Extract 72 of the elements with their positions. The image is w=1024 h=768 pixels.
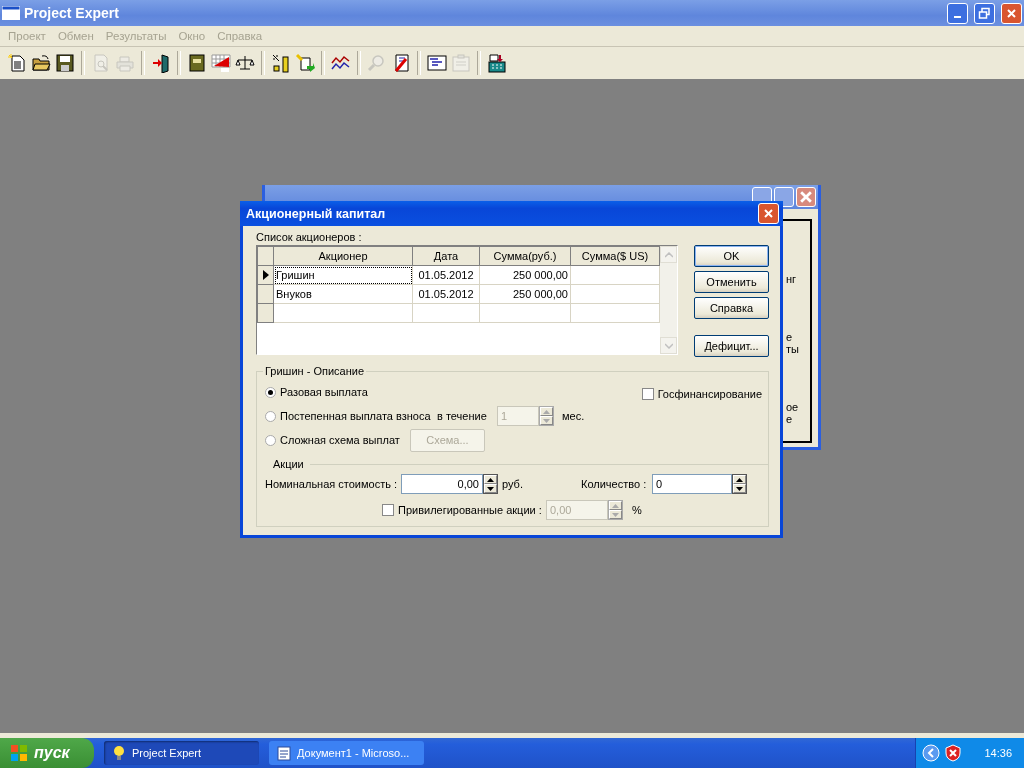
document-arrow-icon[interactable] xyxy=(294,52,316,74)
window-list-icon[interactable] xyxy=(426,52,448,74)
book-icon[interactable] xyxy=(186,52,208,74)
unit-label: руб. xyxy=(502,478,524,490)
window-title: Project Expert xyxy=(24,5,120,21)
floppy-disk-icon[interactable] xyxy=(54,52,76,74)
cancel-button[interactable]: Отменить xyxy=(694,271,769,293)
table-cell: 250 000,00 xyxy=(479,265,571,285)
close-button[interactable] xyxy=(758,203,779,224)
light-bulb-icon xyxy=(112,745,126,761)
folder-icon[interactable] xyxy=(30,52,52,74)
unit-label: % xyxy=(632,504,642,516)
dialog-title: Акционерный капитал xyxy=(245,206,387,221)
close-button[interactable] xyxy=(796,187,816,207)
text-fragment: е xyxy=(786,331,793,343)
radio-option[interactable]: Постепенная выплата взноса xyxy=(265,410,437,422)
app-icon xyxy=(2,6,20,20)
ok-button[interactable]: OK xyxy=(694,245,769,267)
table-cell xyxy=(412,303,480,323)
deficit-button[interactable]: Дефицит... xyxy=(694,335,769,357)
table-cell: 01.05.2012 xyxy=(412,265,480,285)
list-label: Список акционеров : xyxy=(256,231,363,243)
text-fragment: е xyxy=(786,413,793,425)
calculator-icon[interactable] xyxy=(486,52,508,74)
restore-button[interactable] xyxy=(974,2,995,24)
column-header[interactable]: Акционер xyxy=(273,246,413,266)
close-button[interactable] xyxy=(1001,2,1022,24)
scroll-up-icon xyxy=(664,251,673,258)
taskbar-button[interactable]: Документ1 - Microso... xyxy=(269,741,424,765)
field-label: Номинальная стоимость : xyxy=(265,478,399,490)
radio-option[interactable]: Сложная схема выплат xyxy=(265,434,410,446)
input-field[interactable]: 0,00 xyxy=(401,474,483,494)
table-cell: 250 000,00 xyxy=(479,284,571,304)
start-button[interactable]: пуск xyxy=(0,738,94,768)
clock: 14:36 xyxy=(984,747,1012,759)
windows-logo-icon xyxy=(10,744,28,762)
radio-option[interactable]: Разовая выплата xyxy=(265,386,368,398)
percent-ruler-icon[interactable] xyxy=(270,52,292,74)
table-cell: Внуков xyxy=(273,284,413,304)
text-fragment: ое xyxy=(786,401,799,413)
table-cell: Гришин xyxy=(273,265,413,285)
section-title: Акции xyxy=(273,458,304,470)
chevron-icon xyxy=(922,744,941,762)
spin-buttons[interactable] xyxy=(732,474,747,494)
document-icon xyxy=(277,745,291,761)
column-header[interactable]: Дата xyxy=(412,246,480,266)
document-icon[interactable] xyxy=(6,52,28,74)
column-header[interactable]: Сумма($ US) xyxy=(570,246,660,266)
scrollbar[interactable] xyxy=(660,246,677,354)
grid-chart-icon[interactable] xyxy=(210,52,232,74)
table-cell: 01.05.2012 xyxy=(412,284,480,304)
checkbox[interactable]: Госфинансирование xyxy=(641,388,762,400)
close-icon xyxy=(762,207,775,220)
column-header[interactable]: Сумма(руб.) xyxy=(479,246,571,266)
unit-label: мес. xyxy=(562,410,585,422)
shield-icon xyxy=(944,744,963,762)
taskbar-button[interactable]: Project Expert xyxy=(104,741,259,765)
minimize-button[interactable] xyxy=(947,2,968,24)
minimize-icon xyxy=(954,16,961,18)
text-fragment: ты xyxy=(786,343,799,355)
current-row-icon xyxy=(260,270,271,280)
field-label: Количество : xyxy=(581,478,648,490)
door-arrow-icon[interactable] xyxy=(150,52,172,74)
field-label: в течение xyxy=(437,410,488,422)
restore-icon xyxy=(978,6,991,20)
close-icon xyxy=(1005,6,1018,20)
input-field[interactable]: 0 xyxy=(652,474,732,494)
text-fragment: нг xyxy=(786,273,797,285)
scroll-down-icon xyxy=(664,342,673,349)
spin-buttons[interactable] xyxy=(483,474,498,494)
help-button[interactable]: Справка xyxy=(694,297,769,319)
group-title: Гришин - Описание xyxy=(263,365,367,377)
